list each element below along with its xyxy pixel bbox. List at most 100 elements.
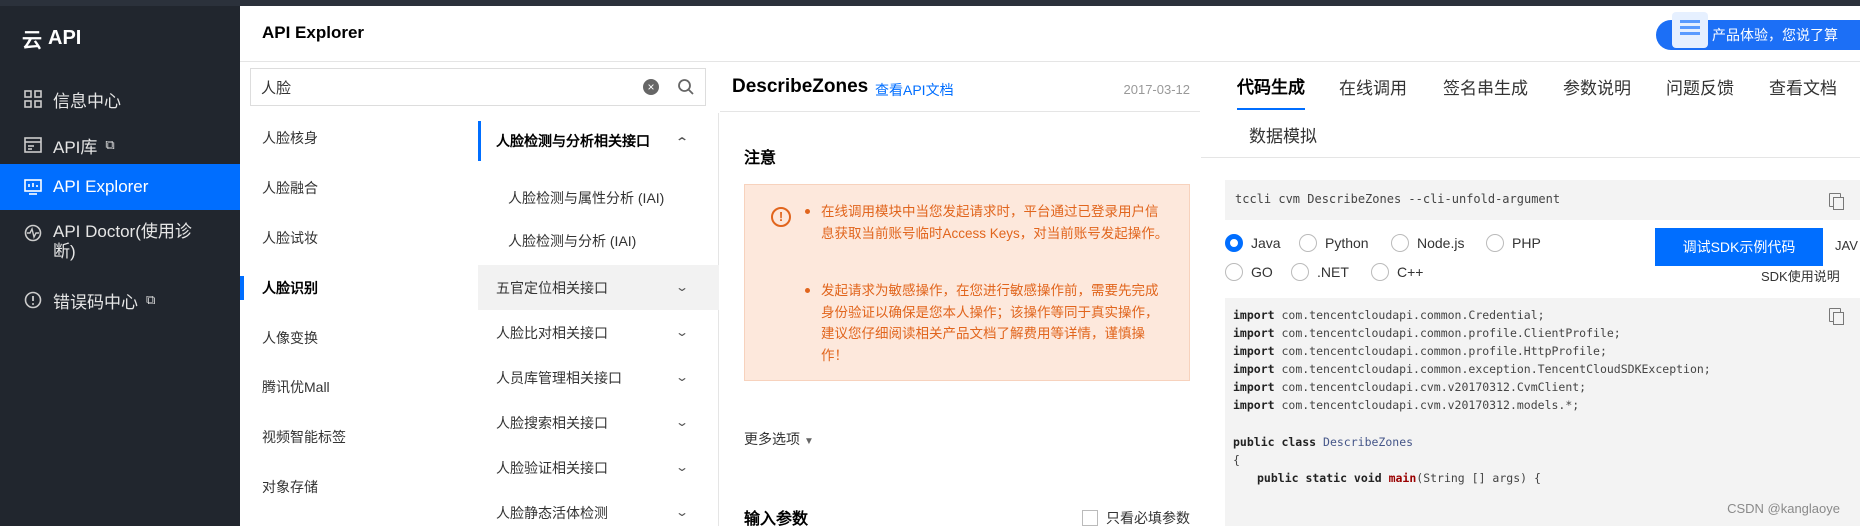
api-group[interactable]: 人员库管理相关接口 ⌄ (478, 355, 719, 400)
chevron-down-icon: ⌄ (674, 324, 690, 339)
cli-command-box: tccli cvm DescribeZones --cli-unfold-arg… (1225, 180, 1860, 220)
notice-text: 发起请求为敏感操作，在您进行敏感操作前，需要先完成身份验证以确保是您本人操作；该… (805, 280, 1171, 366)
nav-item-api-library[interactable]: API库 ⧉ (0, 122, 240, 168)
nav-item-api-doctor[interactable]: API Doctor(使用诊断) (0, 212, 240, 276)
api-group-label: 人脸搜索相关接口 (496, 414, 608, 431)
chevron-down-icon: ⌄ (674, 369, 690, 384)
sdk-doc-link[interactable]: SDK使用说明 (1761, 266, 1840, 285)
lang-radio-dotnet[interactable]: .NET (1291, 263, 1349, 281)
copy-icon[interactable] (1829, 308, 1844, 325)
library-icon (22, 134, 44, 156)
api-group-label: 人脸静态活体检测 (496, 504, 608, 521)
lang-radio-java[interactable]: Java (1225, 234, 1281, 252)
api-group[interactable]: 人脸比对相关接口 ⌄ (478, 310, 719, 355)
debug-sdk-button[interactable]: 调试SDK示例代码 (1655, 228, 1823, 266)
code-line: import com.tencentcloudapi.common.except… (1233, 362, 1711, 376)
api-item[interactable]: 人脸检测与分析 (IAI) (478, 220, 719, 262)
code-line: public class DescribeZones (1233, 435, 1414, 449)
brand-logo[interactable]: 云 API (22, 24, 81, 53)
code-line: import com.tencentcloudapi.common.profil… (1233, 326, 1621, 340)
api-group[interactable]: 五官定位相关接口 ⌄ (478, 265, 719, 310)
required-only-checkbox[interactable] (1082, 510, 1098, 526)
category-item-active[interactable]: 人脸识别 (240, 263, 478, 313)
chevron-down-icon: ⌄ (674, 279, 690, 294)
api-group-label: 人员库管理相关接口 (496, 369, 622, 386)
tab-signature[interactable]: 签名串生成 (1443, 62, 1528, 110)
tab-docs[interactable]: 查看文档 (1769, 62, 1837, 110)
chevron-down-icon: ⌄ (674, 414, 690, 429)
search-box: × (250, 68, 706, 106)
code-panel: 代码生成 在线调用 签名串生成 参数说明 问题反馈 查看文档 数据模拟 tccl… (1201, 62, 1860, 526)
more-options-toggle[interactable]: 更多选项 ▼ (744, 429, 814, 449)
radio-dot (1486, 234, 1504, 252)
notice-title: 注意 (744, 150, 777, 167)
caret-down-icon: ▼ (804, 436, 814, 447)
tab-data-mock[interactable]: 数据模拟 (1249, 110, 1317, 158)
tab-params-info[interactable]: 参数说明 (1563, 62, 1631, 110)
feedback-form-icon (1672, 12, 1708, 48)
required-only-filter[interactable]: 只看必填参数 (1082, 508, 1190, 526)
lang-radio-nodejs[interactable]: Node.js (1391, 234, 1464, 252)
search-input[interactable] (261, 69, 631, 105)
radio-dot (1299, 234, 1317, 252)
lang-label: Node.js (1417, 235, 1465, 251)
input-params-title: 输入参数 (744, 511, 809, 526)
category-item[interactable]: 视频智能标签 (240, 412, 478, 462)
api-item[interactable]: 人脸检测与属性分析 (IAI) (478, 177, 719, 219)
nav-item-api-explorer[interactable]: API Explorer (0, 164, 240, 210)
tab-feedback[interactable]: 问题反馈 (1666, 62, 1734, 110)
category-item[interactable]: 人脸核身 (240, 113, 478, 163)
category-item[interactable]: 人脸融合 (240, 163, 478, 213)
category-list: 人脸核身 人脸融合 人脸试妆 人脸识别 人像变换 腾讯优Mall 视频智能标签 … (240, 113, 478, 526)
notice-text: 在线调用模块中当您发起请求时，平台通过已登录用户信息获取当前账号临时Access… (805, 201, 1171, 244)
api-group-list: 人脸检测与分析相关接口 ⌃ 人脸检测与属性分析 (IAI) 人脸检测与分析 (I… (478, 113, 719, 526)
api-group-open[interactable]: 人脸检测与分析相关接口 ⌃ (478, 113, 719, 169)
nav-item-label: API Explorer (53, 177, 149, 196)
radio-dot (1291, 263, 1309, 281)
code-line: import com.tencentcloudapi.common.profil… (1233, 344, 1607, 358)
api-group-label: 人脸验证相关接口 (496, 459, 608, 476)
cli-command: tccli cvm DescribeZones --cli-unfold-arg… (1235, 192, 1561, 206)
category-item[interactable]: 腾讯优Mall (240, 362, 478, 412)
promo-label: 产品体验，您说了算 (1712, 27, 1838, 43)
api-group[interactable]: 人脸验证相关接口 ⌄ (478, 445, 719, 490)
monitor-icon (22, 176, 44, 198)
nav-item-error-codes[interactable]: 错误码中心 ⧉ (0, 277, 240, 323)
copy-icon[interactable] (1829, 193, 1844, 210)
api-group-label: 五官定位相关接口 (496, 279, 608, 296)
chevron-up-icon: ⌃ (674, 135, 690, 149)
lang-label: C++ (1397, 264, 1424, 280)
api-group[interactable]: 人脸静态活体检测 ⌄ (478, 490, 719, 526)
api-detail-header: DescribeZones 查看API文档 2017-03-12 (720, 62, 1200, 112)
lang-radio-php[interactable]: PHP (1486, 234, 1541, 252)
radio-dot (1371, 263, 1389, 281)
nav-item-label: API库 (53, 137, 98, 157)
search-icon[interactable] (677, 78, 695, 96)
nav-item-info-center[interactable]: 信息中心 (0, 76, 240, 122)
api-group[interactable]: 人脸搜索相关接口 ⌄ (478, 400, 719, 445)
feedback-promo-button[interactable]: 产品体验，您说了算 (1656, 12, 1860, 50)
lang-radio-go[interactable]: GO (1225, 263, 1273, 281)
left-nav: 云 API 信息中心 API库 ⧉ API Explorer API Docto… (0, 0, 1860, 526)
code-panel-tabs: 代码生成 在线调用 签名串生成 参数说明 问题反馈 查看文档 数据模拟 (1201, 62, 1860, 158)
clear-icon[interactable]: × (643, 79, 659, 95)
api-group-label: 人脸比对相关接口 (496, 324, 608, 341)
category-item[interactable]: 对象存储 (240, 462, 478, 512)
lang-label: Java (1251, 235, 1281, 251)
notice-box: ! 在线调用模块中当您发起请求时，平台通过已登录用户信息获取当前账号临时Acce… (744, 184, 1190, 381)
sdk-lang-select[interactable]: JAV (1835, 238, 1858, 253)
api-doc-link[interactable]: 查看API文档 (875, 80, 954, 100)
radio-dot (1225, 263, 1243, 281)
tab-code-gen[interactable]: 代码生成 (1237, 62, 1305, 110)
category-item[interactable]: 人脸试妆 (240, 213, 478, 263)
lang-radio-python[interactable]: Python (1299, 234, 1369, 252)
lang-radio-cpp[interactable]: C++ (1371, 263, 1423, 281)
cloud-logo-icon: 云 (22, 30, 42, 52)
lang-label: PHP (1512, 235, 1541, 251)
tab-online-call[interactable]: 在线调用 (1339, 62, 1407, 110)
lang-label: .NET (1317, 264, 1349, 280)
code-line: { (1233, 453, 1240, 467)
radio-dot (1225, 234, 1243, 252)
category-item[interactable]: 人像变换 (240, 313, 478, 363)
info-icon (22, 289, 44, 311)
